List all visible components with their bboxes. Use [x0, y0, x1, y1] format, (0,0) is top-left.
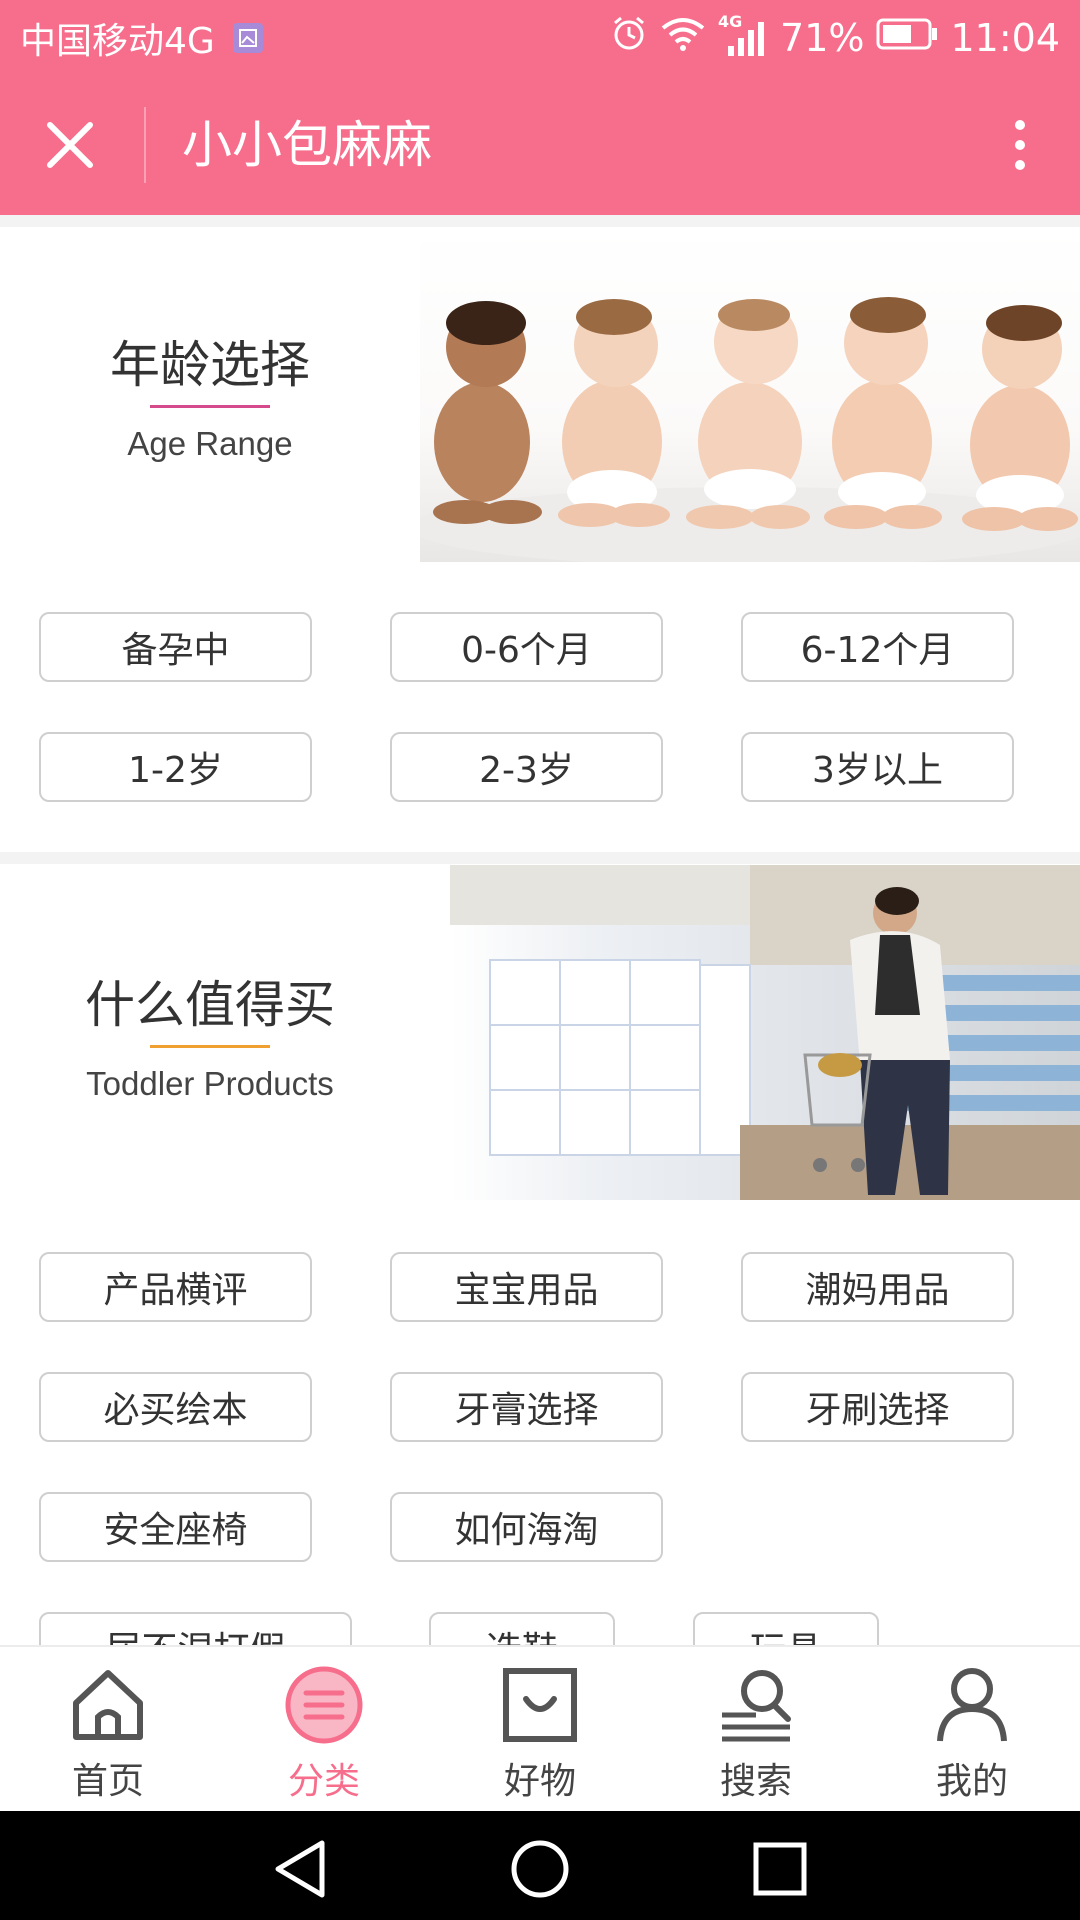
age-range-subtitle: Age Range: [127, 425, 293, 462]
recent-apps-icon[interactable]: [740, 1829, 820, 1909]
signal-icon: 4G: [718, 12, 768, 58]
supermarket-photo: [450, 865, 1080, 1200]
nav-item-category[interactable]: 分类: [216, 1647, 432, 1813]
age-button-1-2-years[interactable]: 1-2岁: [39, 732, 312, 802]
product-button-overseas-shopping[interactable]: 如何海淘: [390, 1492, 663, 1562]
nav-item-search[interactable]: 搜索: [648, 1647, 864, 1813]
shopping-bag-icon: [503, 1668, 577, 1742]
babies-photo: [420, 227, 1080, 562]
title-bar: 小小包麻麻: [0, 75, 1080, 215]
search-icon: [722, 1670, 791, 1742]
profile-icon: [937, 1668, 1007, 1742]
nav-label-search: 搜索: [719, 1761, 792, 1802]
system-navigation-bar: [0, 1811, 1080, 1920]
age-range-underline: [150, 405, 270, 408]
nav-label-profile: 我的: [935, 1761, 1008, 1802]
bottom-navigation: 首页 分类 好物 搜索 我的: [0, 1645, 1080, 1813]
age-button-prepregnancy[interactable]: 备孕中: [39, 612, 312, 682]
product-button-toothpaste[interactable]: 牙膏选择: [390, 1372, 663, 1442]
gallery-notification-icon: [232, 22, 263, 53]
more-dot: [1015, 140, 1025, 150]
clock: 11:04: [950, 15, 1060, 60]
nav-label-goods: 好物: [503, 1761, 576, 1802]
nav-label-home: 首页: [71, 1761, 144, 1802]
battery-percent: 71%: [780, 15, 865, 60]
alarm-icon: [610, 14, 648, 61]
close-button[interactable]: [30, 105, 110, 185]
more-dot: [1015, 160, 1025, 170]
toddler-products-subtitle: Toddler Products: [86, 1065, 334, 1102]
more-dot: [1015, 120, 1025, 130]
battery-icon: [876, 16, 938, 60]
more-options-button[interactable]: [990, 105, 1050, 185]
page-title: 小小包麻麻: [182, 116, 432, 174]
nav-item-goods[interactable]: 好物: [432, 1647, 648, 1813]
category-content[interactable]: 年龄选择 Age Range 备孕中 0-6个月 6-12个月 1-2岁 2-3…: [0, 215, 1080, 1645]
product-button-diaper-check[interactable]: 尿不湿打假: [39, 1612, 352, 1645]
product-button-toothbrush[interactable]: 牙刷选择: [741, 1372, 1014, 1442]
age-button-6-12-months[interactable]: 6-12个月: [741, 612, 1014, 682]
nav-label-category: 分类: [287, 1761, 360, 1802]
back-icon[interactable]: [260, 1829, 340, 1909]
age-button-3-plus-years[interactable]: 3岁以上: [741, 732, 1014, 802]
section-gap: [0, 852, 1080, 864]
title-divider: [144, 107, 146, 183]
product-button-car-seat[interactable]: 安全座椅: [39, 1492, 312, 1562]
age-range-title: 年龄选择: [110, 336, 310, 394]
age-button-2-3-years[interactable]: 2-3岁: [390, 732, 663, 802]
age-button-0-6-months[interactable]: 0-6个月: [390, 612, 663, 682]
toddler-products-title: 什么值得买: [85, 976, 335, 1034]
section-gap: [0, 215, 1080, 227]
category-icon: [285, 1666, 363, 1744]
product-button-picture-books[interactable]: 必买绘本: [39, 1372, 312, 1442]
product-button-mom-items[interactable]: 潮妈用品: [741, 1252, 1014, 1322]
toddler-products-underline: [150, 1045, 270, 1048]
product-button-reviews[interactable]: 产品横评: [39, 1252, 312, 1322]
status-bar: 中国移动4G 4G 71% 11:04: [0, 0, 1080, 75]
wifi-icon: [660, 14, 706, 61]
product-button-toys[interactable]: 玩具: [693, 1612, 879, 1645]
home-icon: [73, 1670, 143, 1740]
close-icon: [47, 122, 93, 168]
carrier-text: 中国移动4G: [20, 20, 215, 62]
toddler-products-header: 什么值得买 Toddler Products: [0, 865, 1080, 1200]
nav-item-home[interactable]: 首页: [0, 1647, 216, 1813]
product-button-baby-items[interactable]: 宝宝用品: [390, 1252, 663, 1322]
home-circle-icon[interactable]: [500, 1829, 580, 1909]
age-range-header: 年龄选择 Age Range: [0, 227, 1080, 562]
nav-item-profile[interactable]: 我的: [864, 1647, 1080, 1813]
product-button-shoes[interactable]: 选鞋: [429, 1612, 615, 1645]
